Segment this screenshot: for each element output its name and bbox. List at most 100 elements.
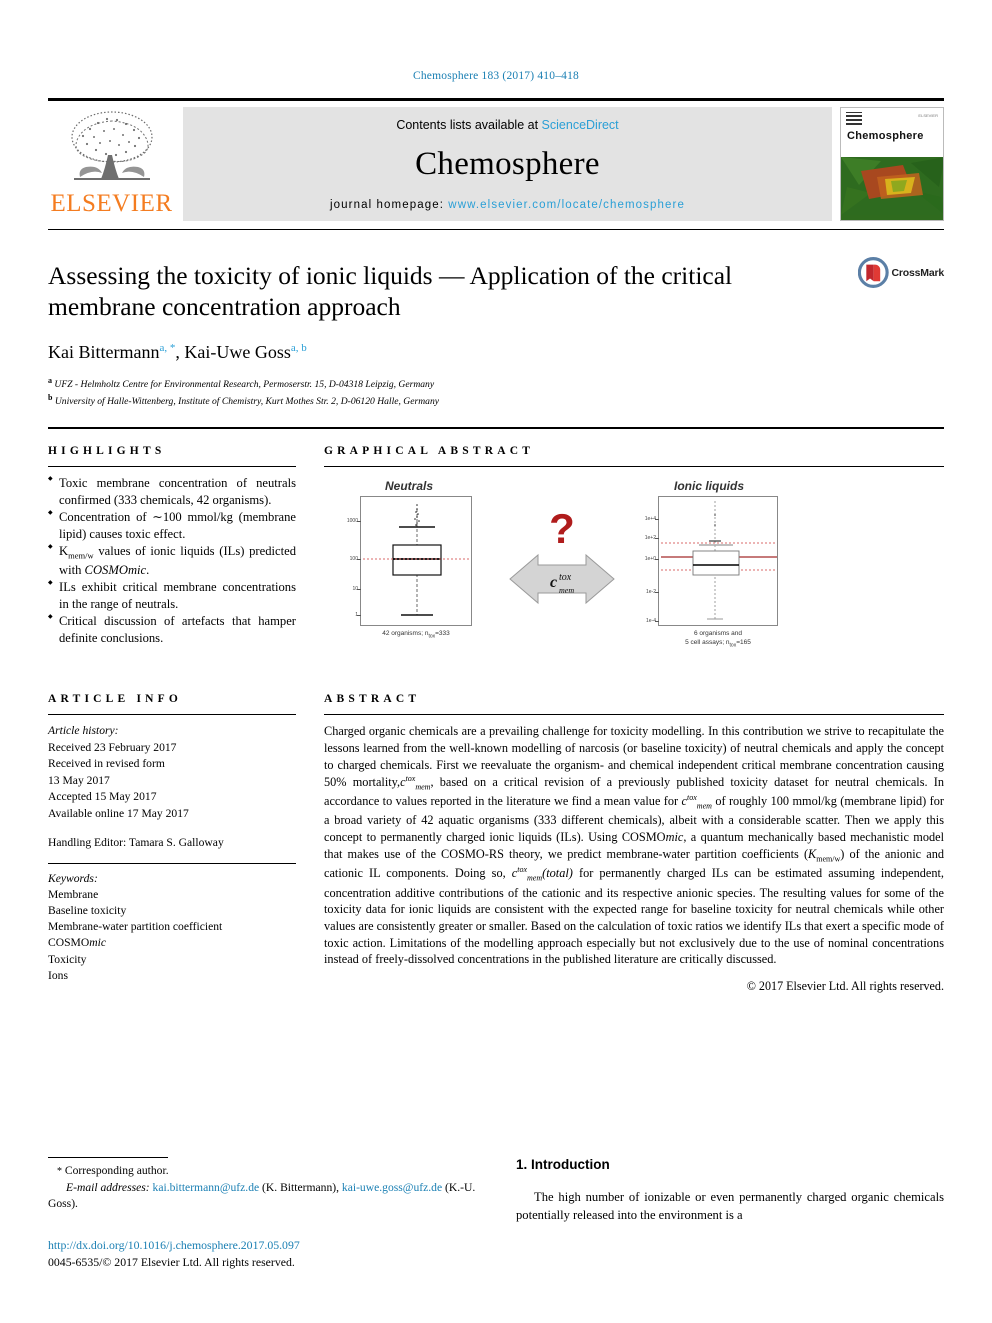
ionic-liquids-caption: 6 organisms and 5 cell assays; ntox=165 <box>658 630 778 649</box>
neutrals-caption: 42 organisms; ntox=333 <box>382 630 450 640</box>
elsevier-wordmark: ELSEVIER <box>50 190 173 217</box>
neutrals-panel-title: Neutrals <box>384 479 434 494</box>
homepage-label: journal homepage: <box>330 198 444 211</box>
keyword-item: Ions <box>48 968 68 982</box>
highlights-heading: HIGHLIGHTS <box>48 445 166 458</box>
svg-text:tox: tox <box>559 572 572 583</box>
cover-artwork <box>841 157 943 220</box>
highlight-text: Critical discussion of artefacts that ha… <box>59 614 296 645</box>
introduction-paragraph: The high number of ionizable or even per… <box>516 1190 944 1222</box>
keywords-block: Keywords: Membrane Baseline toxicity Mem… <box>48 871 296 985</box>
title-bottom-rule <box>48 427 944 430</box>
abstract-text: Charged organic chemicals are a prevaili… <box>324 723 944 968</box>
list-item: Critical discussion of artefacts that ha… <box>48 613 296 646</box>
introduction-heading: 1. Introduction <box>516 1157 610 1173</box>
abstract-section: ABSTRACT Charged organic chemicals are a… <box>324 693 944 994</box>
highlight-text: Toxic membrane concentration of neutrals… <box>59 476 296 507</box>
history-item: 13 May 2017 <box>48 773 110 787</box>
homepage-url[interactable]: www.elsevier.com/locate/chemosphere <box>448 199 685 211</box>
email-label: E-mail addresses: <box>66 1180 150 1194</box>
affiliations: a UFZ - Helmholtz Centre for Environment… <box>48 375 944 409</box>
history-item: Available online 17 May 2017 <box>48 806 189 820</box>
journal-cover-thumbnail: ELSEVIER Chemosphere <box>840 107 944 221</box>
ionic-liquids-caption-line2: 5 cell assays; ntox=165 <box>685 639 751 649</box>
highlights-rule <box>48 466 296 468</box>
cover-publisher-label: ELSEVIER <box>918 113 938 118</box>
list-item: Concentration of ∼100 mmol/kg (membrane … <box>48 509 296 542</box>
crossmark-badge[interactable]: CrossMark <box>858 256 944 289</box>
list-item: Kmem/w values of ionic liquids (ILs) pre… <box>48 543 296 578</box>
author-1-affil-marks[interactable]: a, * <box>159 342 175 354</box>
author-list: Kai Bittermanna, *, Kai-Uwe Gossa, b <box>48 342 307 363</box>
contents-lists-line: Contents lists available at ScienceDirec… <box>396 118 618 132</box>
crossmark-label: CrossMark <box>891 266 945 279</box>
affiliation-b: b University of Halle-Wittenberg, Instit… <box>48 393 440 408</box>
ctox-mem-diamond: ? c tox mem <box>502 497 622 617</box>
graphical-abstract-figure: Neutrals 1000 100 10 1 42 organisms; nto… <box>324 475 944 671</box>
abstract-heading: ABSTRACT <box>324 693 421 706</box>
keyword-item: Toxicity <box>48 952 87 966</box>
footnote-block: * Corresponding author. E-mail addresses… <box>48 1157 488 1271</box>
history-item: Received in revised form <box>48 757 165 771</box>
highlights-list: Toxic membrane concentration of neutrals… <box>48 475 296 646</box>
journal-band: Contents lists available at ScienceDirec… <box>183 107 832 221</box>
email-line: E-mail addresses: kai.bittermann@ufz.de … <box>48 1180 488 1213</box>
svg-text:c: c <box>550 574 557 591</box>
article-history: Article history: Received 23 February 20… <box>48 723 296 851</box>
author-name-1: Kai Bittermann <box>48 342 160 363</box>
elsevier-mini-icon <box>846 112 862 125</box>
graphical-abstract-heading: GRAPHICAL ABSTRACT <box>324 445 535 458</box>
keyword-item: Membrane <box>48 887 99 901</box>
ionic-liquids-panel-title: Ionic liquids <box>673 479 744 494</box>
author-name-2: Kai-Uwe Goss <box>184 342 291 363</box>
abstract-symbol-3: ctoxmem(total) <box>511 865 573 883</box>
email-name-1: (K. Bittermann), <box>262 1180 339 1194</box>
crossmark-icon <box>858 257 889 288</box>
handling-editor: Handling Editor: Tamara S. Galloway <box>48 836 224 850</box>
running-head: Chemosphere 183 (2017) 410–418 <box>412 70 580 82</box>
article-info-section: ARTICLE INFO Article history: Received 2… <box>48 693 296 994</box>
ionic-liquids-caption-line1: 6 organisms and <box>693 630 743 638</box>
page-title: Assessing the toxicity of ionic liquids … <box>48 261 733 322</box>
elsevier-logo: ELSEVIER <box>48 101 175 229</box>
author-2-affil-marks[interactable]: a, b <box>291 342 307 354</box>
info-abstract-row: ARTICLE INFO Article history: Received 2… <box>48 693 944 994</box>
keywords-label: Keywords: <box>48 871 98 885</box>
email-link-2[interactable]: kai-uwe.goss@ufz.de <box>342 1181 442 1194</box>
doi-link[interactable]: http://dx.doi.org/10.1016/j.chemosphere.… <box>48 1237 488 1254</box>
issn-copyright: 0045-6535/© 2017 Elsevier Ltd. All right… <box>48 1254 295 1269</box>
abstract-rule <box>324 714 944 716</box>
introduction-section: 1. Introduction The high number of ioniz… <box>516 1157 944 1271</box>
keyword-item: Membrane-water partition coefficient <box>48 920 223 934</box>
neutrals-boxplot: 1000 100 10 1 <box>347 496 472 627</box>
cover-journal-title: Chemosphere <box>847 130 924 142</box>
corresponding-author-text: Corresponding author. <box>64 1164 169 1178</box>
article-info-rule <box>48 714 296 716</box>
highlights-section: HIGHLIGHTS Toxic membrane concentration … <box>48 445 296 671</box>
article-info-heading: ARTICLE INFO <box>48 693 183 706</box>
cover-top: ELSEVIER Chemosphere <box>841 108 943 158</box>
neutrals-panel: Neutrals 1000 100 10 1 42 organisms; nto… <box>334 479 484 640</box>
abstract-symbol-1: ctoxmem <box>400 773 431 792</box>
highlight-text: Kmem/w values of ionic liquids (ILs) pre… <box>59 544 296 577</box>
graphical-abstract-rule <box>324 466 944 468</box>
sciencedirect-link[interactable]: ScienceDirect <box>542 118 619 132</box>
contents-prefix: Contents lists available at <box>396 117 539 132</box>
ionic-liquids-panel: Ionic liquids 1e+4 1e+2 1e+0 1e-2 1e-4 6… <box>624 479 794 649</box>
history-item: Accepted 15 May 2017 <box>48 790 157 804</box>
keyword-item: COSMOmic <box>48 936 106 950</box>
doi-block: http://dx.doi.org/10.1016/j.chemosphere.… <box>48 1237 488 1271</box>
svg-text:mem: mem <box>559 586 574 595</box>
abstract-part-4: for permanently charged ILs can be estim… <box>324 866 944 967</box>
journal-homepage-line: journal homepage: www.elsevier.com/locat… <box>330 199 685 211</box>
journal-masthead: ELSEVIER Contents lists available at Sci… <box>48 98 944 229</box>
abstract-symbol-2: ctoxmem <box>681 792 712 811</box>
email-link-1[interactable]: kai.bittermann@ufz.de <box>153 1181 260 1194</box>
list-item: ILs exhibit critical membrane concentrat… <box>48 579 296 612</box>
list-item: Toxic membrane concentration of neutrals… <box>48 475 296 508</box>
graphical-abstract-section: GRAPHICAL ABSTRACT Neutrals 1000 100 10 … <box>324 445 944 671</box>
corresponding-author-note: * Corresponding author. <box>48 1163 488 1179</box>
article-history-label: Article history: <box>48 724 119 738</box>
highlights-graphical-row: HIGHLIGHTS Toxic membrane concentration … <box>48 445 944 671</box>
affiliation-a: a UFZ - Helmholtz Centre for Environment… <box>48 376 435 391</box>
